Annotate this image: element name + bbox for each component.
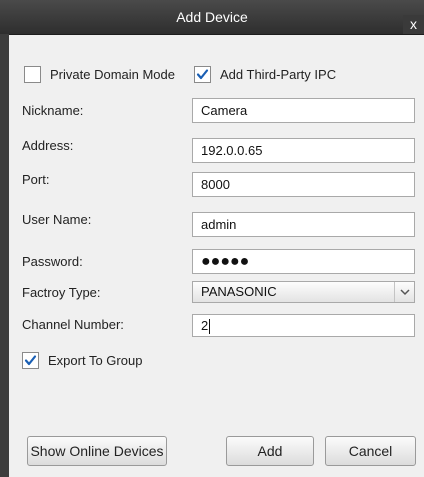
port-input[interactable]: 8000 [192,172,415,197]
close-button[interactable]: x [403,15,424,34]
cancel-button[interactable]: Cancel [325,436,416,466]
address-input[interactable]: 192.0.0.65 [192,138,415,163]
factory-type-select[interactable]: PANASONIC [192,281,415,303]
user-name-input[interactable]: admin [192,212,415,237]
dialog-titlebar: Add Device x [0,0,424,35]
port-label: Port: [22,172,50,187]
private-domain-mode-checkbox[interactable] [24,66,41,83]
chevron-down-icon [400,289,410,296]
private-domain-mode-label: Private Domain Mode [50,67,175,82]
channel-number-input[interactable]: 2 [192,314,415,337]
close-icon: x [410,16,417,32]
checkmark-icon [196,69,209,80]
show-online-devices-button[interactable]: Show Online Devices [27,436,167,466]
address-label: Address: [22,138,74,153]
dialog-title: Add Device [176,9,248,25]
window-edge [0,34,9,477]
text-cursor [209,319,211,335]
add-button[interactable]: Add [226,436,314,466]
password-input[interactable]: ●●●●● [192,249,415,274]
nickname-label: Nickname: [22,103,84,118]
dropdown-button[interactable] [394,282,414,302]
password-mask: ●●●●● [201,253,250,270]
checkmark-icon [24,355,37,366]
export-to-group-label: Export To Group [48,353,143,368]
add-third-party-ipc-label: Add Third-Party IPC [220,67,337,82]
nickname-input[interactable]: Camera [192,98,415,123]
add-third-party-ipc-checkbox[interactable] [194,66,211,83]
factory-type-label: Factroy Type: [22,285,101,300]
channel-number-label: Channel Number: [22,317,124,332]
channel-number-value: 2 [201,318,209,333]
user-name-label: User Name: [22,212,92,227]
export-to-group-checkbox[interactable] [22,352,39,369]
password-label: Password: [22,254,83,269]
factory-type-value: PANASONIC [201,284,277,299]
